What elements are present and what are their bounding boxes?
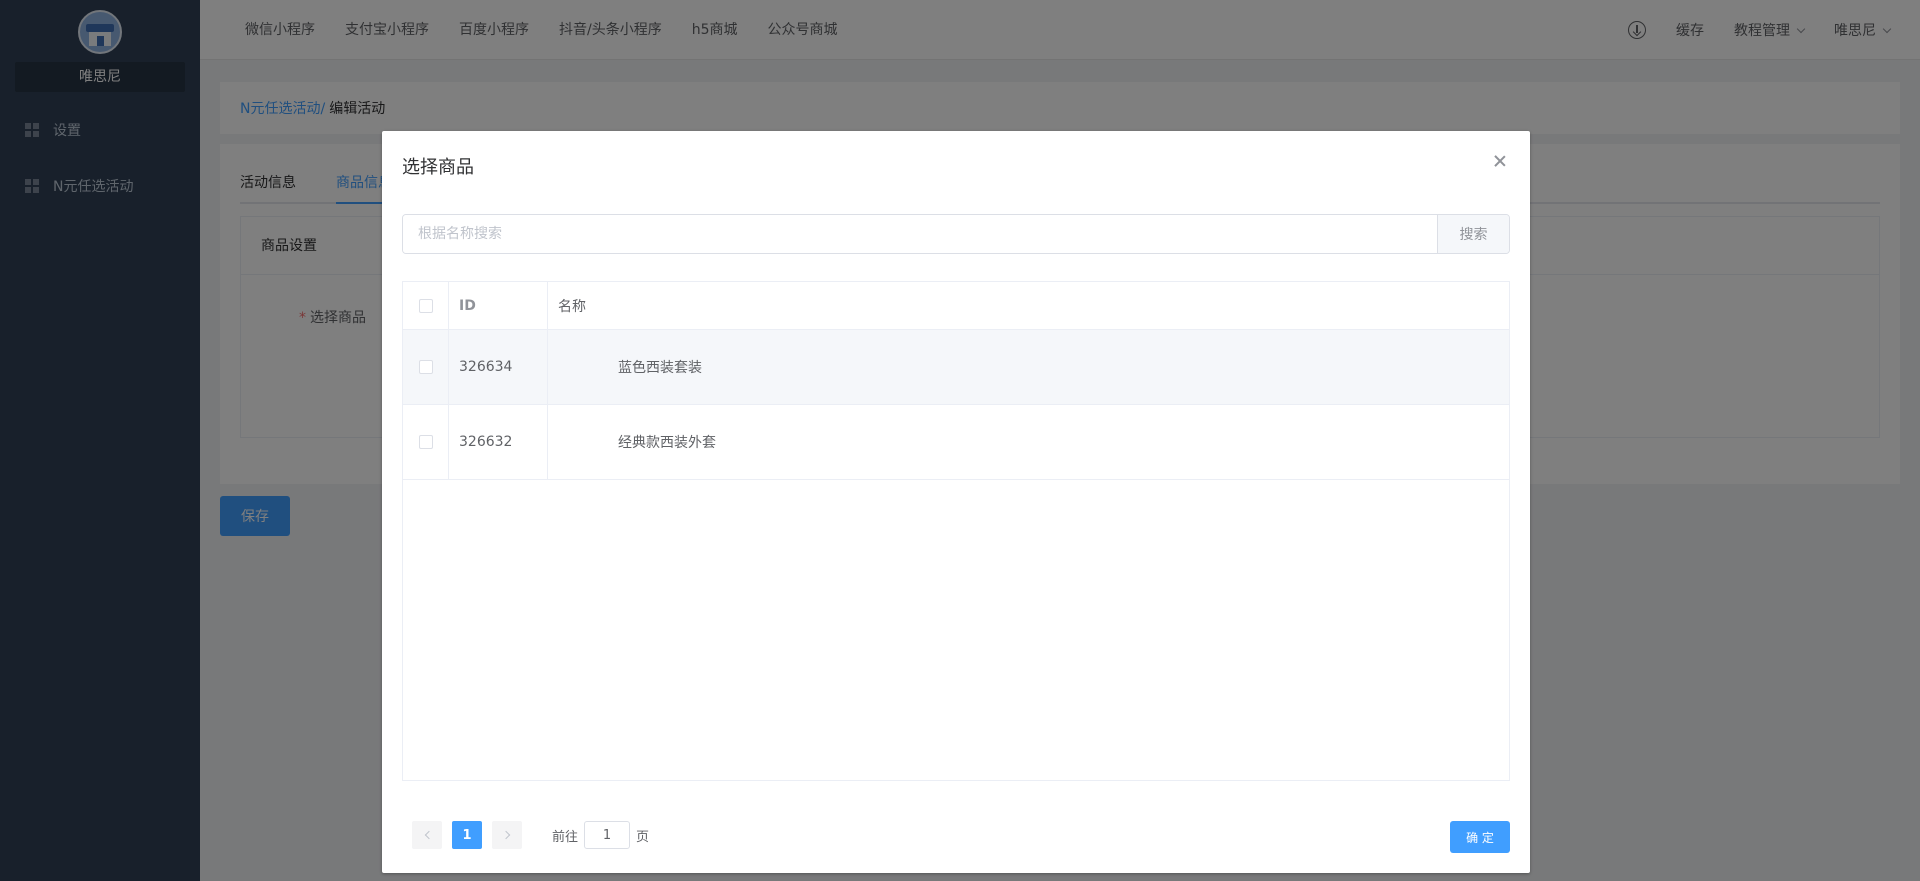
search-bar: 搜索	[402, 214, 1510, 254]
table-row[interactable]: 326632 经典款西装外套	[403, 405, 1509, 480]
table-row[interactable]: 326634 蓝色西装套装	[403, 330, 1509, 405]
page-number-button[interactable]: 1	[452, 821, 482, 849]
row-check-cell	[403, 405, 449, 479]
row-id: 326632	[449, 405, 548, 479]
next-page-button[interactable]	[492, 821, 522, 849]
pagination: 1 前往 页	[412, 821, 649, 849]
prev-page-button[interactable]	[412, 821, 442, 849]
chevron-left-icon	[424, 830, 433, 840]
column-header-name: 名称	[558, 298, 586, 315]
row-check-cell	[403, 330, 449, 404]
row-id: 326634	[449, 330, 548, 404]
chevron-right-icon	[501, 830, 510, 840]
goto-prefix: 前往	[552, 829, 579, 845]
header-check-cell	[403, 282, 449, 329]
column-header-id: ID	[449, 282, 548, 329]
row-name: 经典款西装外套	[618, 435, 716, 451]
goto-suffix: 页	[636, 829, 650, 845]
row-checkbox[interactable]	[418, 435, 433, 449]
goto-page: 前往 页	[552, 821, 649, 849]
search-input[interactable]	[403, 215, 1437, 253]
confirm-button[interactable]: 确 定	[1450, 821, 1510, 853]
close-icon[interactable]	[1494, 155, 1506, 167]
table-header: ID 名称	[403, 282, 1509, 330]
goto-page-input[interactable]	[584, 821, 631, 849]
row-name: 蓝色西装套装	[618, 360, 702, 376]
select-all-checkbox[interactable]	[418, 298, 433, 313]
search-button[interactable]: 搜索	[1437, 215, 1509, 253]
goods-table: ID 名称 326634 蓝色西装套装 326632 经典款西装外套	[402, 281, 1510, 781]
row-checkbox[interactable]	[418, 360, 433, 374]
dialog-title: 选择商品	[402, 157, 474, 178]
select-goods-dialog: 选择商品 搜索 ID 名称 326634 蓝色西装套装 326632 经典款西装…	[382, 131, 1530, 873]
